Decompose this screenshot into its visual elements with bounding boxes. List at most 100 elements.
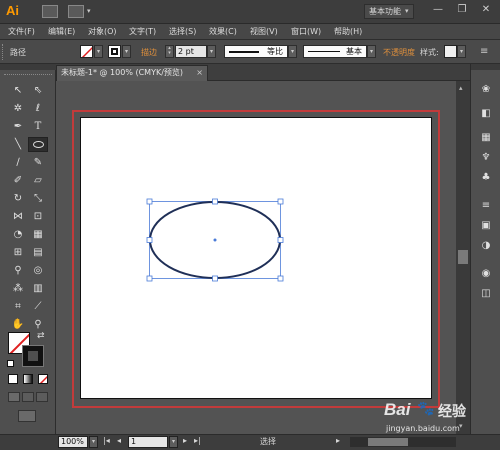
last-artboard-icon[interactable]: ▸|	[194, 436, 201, 445]
handle-bottom-center[interactable]	[212, 275, 218, 282]
artboard-tool-icon[interactable]: ⌗	[10, 300, 26, 314]
artboard-dropdown[interactable]: ▾	[169, 436, 178, 448]
color-guide-icon[interactable]: ❀	[479, 84, 493, 96]
graphic-styles-icon[interactable]: ◫	[479, 288, 493, 300]
variable-width-profile[interactable]: 等比	[224, 45, 288, 58]
brush-definition[interactable]: 基本	[303, 45, 367, 58]
previous-artboard-icon[interactable]: ◂	[117, 436, 121, 445]
appearance-icon[interactable]: ◉	[479, 268, 493, 280]
vertical-scroll-thumb[interactable]	[458, 250, 468, 264]
bridge-icon[interactable]	[42, 5, 58, 18]
perspective-grid-tool-icon[interactable]: ▦	[30, 228, 46, 242]
slice-tool-icon[interactable]: ⟋	[30, 300, 46, 314]
zoom-field[interactable]: 100%	[58, 436, 88, 448]
brushes-icon[interactable]: ♆	[479, 152, 493, 164]
menu-edit[interactable]: 编辑(E)	[48, 26, 75, 37]
gradient-tool-icon[interactable]: ▤	[30, 246, 46, 260]
menu-help[interactable]: 帮助(H)	[334, 26, 362, 37]
arrange-documents-icon[interactable]	[68, 5, 84, 18]
swap-fill-stroke-icon[interactable]: ⇄	[37, 331, 45, 341]
menu-select[interactable]: 选择(S)	[169, 26, 196, 37]
horizontal-scroll-thumb[interactable]	[368, 438, 408, 446]
stroke-weight-dropdown[interactable]: ▾	[207, 45, 216, 58]
stroke-panel-icon[interactable]: ≡	[479, 200, 493, 212]
document-tab[interactable]: 未标题-1* @ 100% (CMYK/预览) ×	[56, 65, 208, 81]
direct-selection-tool-icon[interactable]: ⇖	[30, 84, 46, 98]
draw-inside-icon[interactable]	[36, 392, 48, 402]
menu-object[interactable]: 对象(O)	[88, 26, 117, 37]
blend-tool-icon[interactable]: ◎	[30, 264, 46, 278]
pencil-tool-icon[interactable]: ✎	[30, 156, 46, 170]
gradient-mode-icon[interactable]	[23, 374, 33, 384]
next-artboard-icon[interactable]: ▸	[183, 436, 187, 445]
shape-builder-tool-icon[interactable]: ◔	[10, 228, 26, 242]
ellipse-selection[interactable]	[140, 193, 292, 285]
zoom-dropdown[interactable]: ▾	[89, 436, 98, 448]
selection-tool-icon[interactable]: ↖	[10, 84, 26, 98]
zoom-tool-icon[interactable]: ⚲	[30, 318, 46, 332]
scale-tool-icon[interactable]: ⤡	[30, 192, 46, 206]
opacity-label[interactable]: 不透明度	[383, 47, 415, 58]
handle-top-center[interactable]	[212, 198, 218, 205]
symbols-icon[interactable]: ♣	[479, 172, 493, 184]
fill-swatch[interactable]	[80, 45, 93, 58]
first-artboard-icon[interactable]: |◂	[103, 436, 110, 445]
minimize-button[interactable]: —	[430, 3, 446, 17]
hand-tool-icon[interactable]: ✋	[10, 318, 26, 332]
menu-type[interactable]: 文字(T)	[129, 26, 156, 37]
draw-behind-icon[interactable]	[22, 392, 34, 402]
menu-file[interactable]: 文件(F)	[8, 26, 35, 37]
menu-window[interactable]: 窗口(W)	[291, 26, 321, 37]
swatches-icon[interactable]: ▦	[479, 132, 493, 144]
graphic-style-swatch[interactable]	[444, 45, 457, 58]
transparency-icon[interactable]: ◑	[479, 240, 493, 252]
mesh-tool-icon[interactable]: ⊞	[10, 246, 26, 260]
blob-brush-tool-icon[interactable]: ✐	[10, 174, 26, 188]
chevron-down-icon[interactable]: ▾	[87, 7, 91, 15]
panel-menu-icon[interactable]: ≡	[480, 46, 488, 57]
type-tool-icon[interactable]: T	[30, 120, 46, 134]
stroke-weight-input[interactable]: 2 pt	[175, 45, 207, 58]
paintbrush-tool-icon[interactable]: ∕	[10, 156, 26, 170]
profile-dropdown[interactable]: ▾	[288, 45, 297, 58]
stroke-color-box[interactable]	[22, 345, 44, 367]
symbol-sprayer-tool-icon[interactable]: ⁂	[10, 282, 26, 296]
none-mode-icon[interactable]	[38, 374, 48, 384]
column-graph-tool-icon[interactable]: ▥	[30, 282, 46, 296]
stroke-stepper[interactable]: ▴ ▾	[165, 45, 174, 58]
scroll-up-icon[interactable]: ▴	[459, 84, 463, 92]
handle-top-right[interactable]	[277, 198, 284, 205]
artboard-field[interactable]: 1	[128, 436, 168, 448]
rotate-tool-icon[interactable]: ↻	[10, 192, 26, 206]
status-menu-icon[interactable]: ▸	[336, 436, 340, 445]
line-tool-icon[interactable]: ╲	[10, 138, 26, 152]
handle-middle-left[interactable]	[146, 237, 153, 243]
color-panel-icon[interactable]: ◧	[479, 108, 493, 120]
free-transform-tool-icon[interactable]: ⊡	[30, 210, 46, 224]
default-colors-icon[interactable]	[7, 360, 14, 367]
eraser-tool-icon[interactable]: ▱	[30, 174, 46, 188]
eyedropper-tool-icon[interactable]: ⚲	[10, 264, 26, 278]
gradient-panel-icon[interactable]: ▣	[479, 220, 493, 232]
style-dropdown[interactable]: ▾	[457, 45, 466, 58]
close-button[interactable]: ✕	[478, 3, 494, 17]
handle-top-left[interactable]	[146, 198, 153, 205]
menu-view[interactable]: 视图(V)	[250, 26, 278, 37]
pen-tool-icon[interactable]: ✒	[10, 120, 26, 134]
ellipse-tool-icon[interactable]	[28, 137, 48, 152]
brush-dropdown[interactable]: ▾	[367, 45, 376, 58]
color-mode-icon[interactable]	[8, 374, 18, 384]
screen-mode-icon[interactable]	[18, 410, 36, 422]
stroke-label[interactable]: 描边	[141, 47, 157, 58]
restore-button[interactable]: ❐	[454, 3, 470, 17]
close-tab-button[interactable]: ×	[196, 66, 203, 80]
stroke-swatch[interactable]	[108, 45, 121, 58]
stroke-dropdown[interactable]: ▾	[122, 45, 131, 58]
handle-bottom-right[interactable]	[277, 275, 284, 282]
lasso-tool-icon[interactable]: ℓ	[30, 102, 46, 116]
magic-wand-tool-icon[interactable]: ✲	[10, 102, 26, 116]
handle-bottom-left[interactable]	[146, 275, 153, 282]
fill-dropdown[interactable]: ▾	[94, 45, 103, 58]
menu-effect[interactable]: 效果(C)	[209, 26, 237, 37]
handle-middle-right[interactable]	[277, 237, 284, 243]
